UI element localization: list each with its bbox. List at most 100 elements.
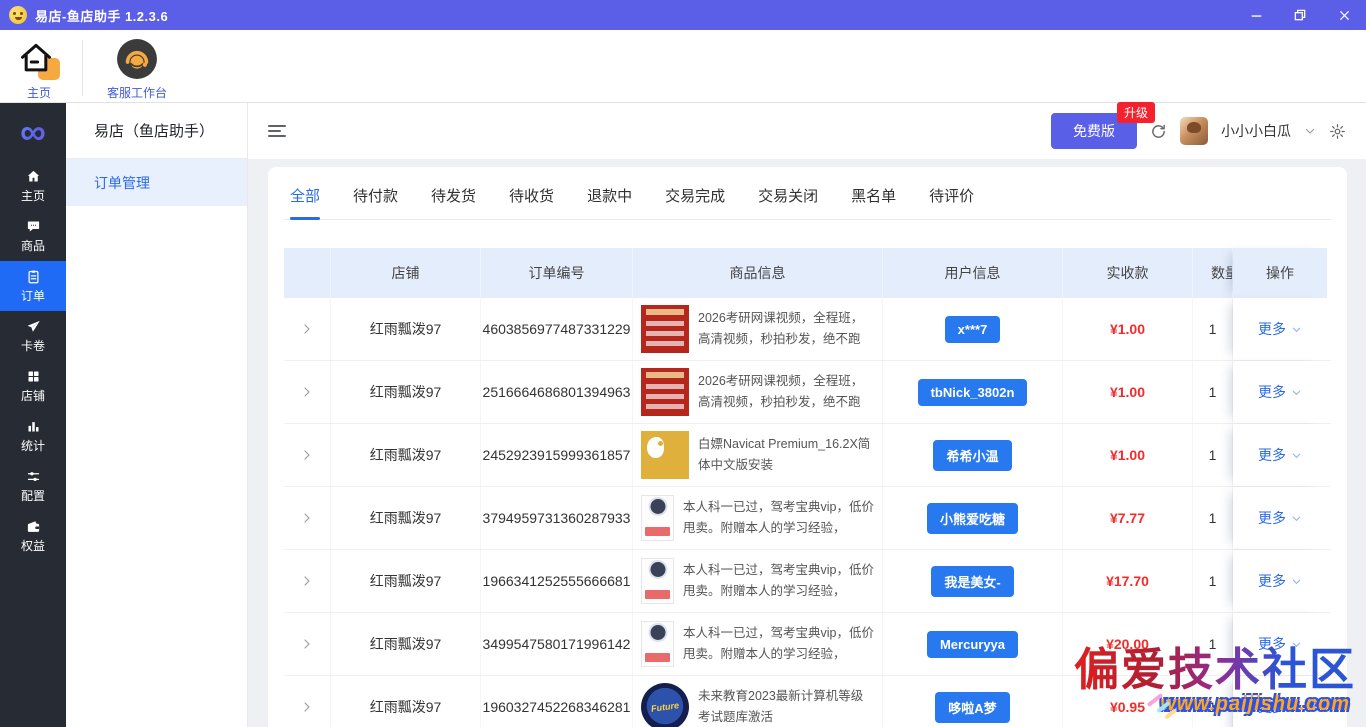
toolbar-workbench-label: 客服工作台: [107, 84, 167, 101]
buyer-button[interactable]: 小熊爱吃糖: [927, 503, 1018, 534]
app-icon: [9, 6, 27, 24]
row-expand-button[interactable]: [284, 676, 331, 727]
order-number: 2452923915999361857: [481, 424, 633, 486]
sidebar-item-home[interactable]: 主页: [0, 161, 66, 211]
user-info: tbNick_3802n: [883, 361, 1063, 423]
tab-completed[interactable]: 交易完成: [665, 185, 725, 219]
wallet-icon: [26, 519, 41, 534]
tab-closed[interactable]: 交易关闭: [758, 185, 818, 219]
more-button[interactable]: 更多: [1258, 571, 1302, 591]
product-thumbnail-course: [641, 368, 689, 416]
sidebar-item-goods[interactable]: 商品: [0, 211, 66, 261]
chevron-down-icon: [1291, 639, 1302, 650]
store-name: 红雨瓢泼97: [331, 613, 481, 675]
minimize-button[interactable]: [1234, 0, 1278, 30]
product-thumbnail-course: [641, 305, 689, 353]
tab-pending-receive[interactable]: 待收货: [509, 185, 554, 219]
tab-label: 待发货: [431, 188, 476, 205]
tab-blacklist[interactable]: 黑名单: [851, 185, 896, 219]
more-button[interactable]: 更多: [1258, 508, 1302, 528]
clipboard-icon: [26, 269, 41, 284]
tab-label: 交易关闭: [758, 188, 818, 205]
more-button[interactable]: 更多: [1258, 319, 1302, 339]
toolbar-workbench-button[interactable]: 客服工作台: [99, 38, 175, 101]
plan-button[interactable]: 免费版 升级: [1051, 113, 1137, 149]
sidebar-item-order[interactable]: 订单: [0, 261, 66, 311]
row-expand-button[interactable]: [284, 361, 331, 423]
buyer-button[interactable]: x***7: [945, 316, 1001, 343]
more-button[interactable]: 更多: [1258, 382, 1302, 402]
store-name: 红雨瓢泼97: [331, 550, 481, 612]
quantity: 1: [1193, 676, 1233, 727]
column-header-1: 店铺: [331, 248, 481, 298]
page-header: 免费版 升级 小小小白瓜: [248, 103, 1366, 159]
amount-received: ¥17.70: [1063, 550, 1193, 612]
store-name: 红雨瓢泼97: [331, 424, 481, 486]
row-actions: 更多: [1233, 487, 1327, 549]
more-button[interactable]: 更多: [1258, 697, 1302, 717]
row-actions: 更多: [1233, 424, 1327, 486]
maximize-button[interactable]: [1278, 0, 1322, 30]
order-number: 3499547580171996142: [481, 613, 633, 675]
tab-pending-payment[interactable]: 待付款: [353, 185, 398, 219]
table-row: 红雨瓢泼972452923915999361857白嫖Navicat Premi…: [284, 424, 1331, 487]
grid-icon: [26, 369, 41, 384]
table-row: 红雨瓢泼971960327452268346281Future未来教育2023最…: [284, 676, 1331, 727]
tab-all[interactable]: 全部: [290, 185, 320, 219]
quantity: 1: [1193, 487, 1233, 549]
order-number: 4603856977487331229: [481, 298, 633, 360]
tab-label: 退款中: [587, 188, 632, 205]
more-button[interactable]: 更多: [1258, 445, 1302, 465]
chevron-down-icon: [1291, 702, 1302, 713]
more-button[interactable]: 更多: [1258, 634, 1302, 654]
sidebar-item-order-management[interactable]: 订单管理: [66, 159, 247, 206]
amount-received: ¥1.00: [1063, 361, 1193, 423]
product-info: 本人科一已过，驾考宝典vip，低价甩卖。附赠本人的学习经验，: [633, 613, 883, 675]
buyer-button[interactable]: tbNick_3802n: [918, 379, 1028, 406]
sidebar-item-config[interactable]: 配置: [0, 461, 66, 511]
gear-icon: [1329, 123, 1346, 140]
toolbar-home-button[interactable]: 主页: [10, 38, 68, 101]
window-controls: [1234, 0, 1366, 30]
product-info: 本人科一已过，驾考宝典vip，低价甩卖。附赠本人的学习经验，: [633, 487, 883, 549]
sidebar-item-shop[interactable]: 店铺: [0, 361, 66, 411]
product-title: 本人科一已过，驾考宝典vip，低价甩卖。附赠本人的学习经验，: [683, 497, 874, 539]
product-thumbnail-license: [641, 558, 674, 604]
buyer-button[interactable]: 哆啦A梦: [935, 692, 1009, 723]
user-menu-toggle[interactable]: [1304, 125, 1316, 137]
row-expand-button[interactable]: [284, 424, 331, 486]
row-actions: 更多: [1233, 361, 1327, 423]
sidebar-nav-rail: ∞ 主页商品订单卡卷店铺统计配置权益: [0, 103, 66, 727]
close-button[interactable]: [1322, 0, 1366, 30]
buyer-button[interactable]: 我是美女-: [931, 566, 1013, 597]
row-expand-button[interactable]: [284, 613, 331, 675]
sliders-icon: [26, 469, 41, 484]
paper-plane-icon: [26, 319, 41, 334]
refresh-button[interactable]: [1150, 123, 1167, 140]
sidebar-item-label: 配置: [21, 487, 45, 504]
row-expand-button[interactable]: [284, 487, 331, 549]
chevron-down-icon: [1291, 576, 1302, 587]
tab-refunding[interactable]: 退款中: [587, 185, 632, 219]
table-row: 红雨瓢泼971966341252555666681本人科一已过，驾考宝典vip，…: [284, 550, 1331, 613]
quantity: 1: [1193, 361, 1233, 423]
collapse-sidebar-button[interactable]: [268, 125, 286, 137]
buyer-button[interactable]: 希希小温: [933, 440, 1011, 471]
settings-button[interactable]: [1329, 123, 1346, 140]
sidebar-nav: 主页商品订单卡卷店铺统计配置权益: [0, 161, 66, 561]
row-expand-button[interactable]: [284, 550, 331, 612]
sidebar-item-stats[interactable]: 统计: [0, 411, 66, 461]
user-avatar[interactable]: [1180, 117, 1208, 145]
tab-pending-review[interactable]: 待评价: [929, 185, 974, 219]
row-expand-button[interactable]: [284, 298, 331, 360]
buyer-button[interactable]: Mercuryya: [927, 631, 1018, 658]
product-title: 本人科一已过，驾考宝典vip，低价甩卖。附赠本人的学习经验，: [683, 623, 874, 665]
chat-box-icon: [26, 219, 41, 234]
chevron-down-icon: [1291, 513, 1302, 524]
chevron-right-icon: [301, 512, 313, 524]
sidebar-item-coupon[interactable]: 卡卷: [0, 311, 66, 361]
tab-pending-ship[interactable]: 待发货: [431, 185, 476, 219]
tab-label: 全部: [290, 188, 320, 205]
username[interactable]: 小小小白瓜: [1221, 121, 1291, 141]
sidebar-item-rights[interactable]: 权益: [0, 511, 66, 561]
